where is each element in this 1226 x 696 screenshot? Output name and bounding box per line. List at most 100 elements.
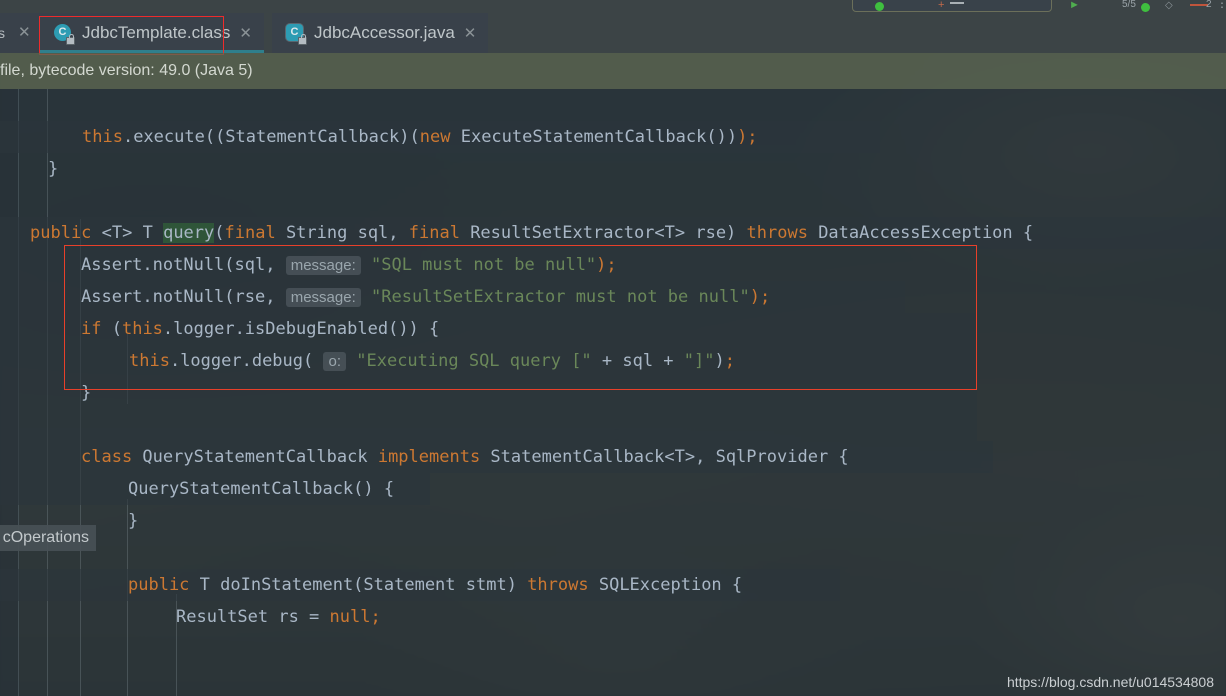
editor-tab-label: JdbcTemplate.class bbox=[82, 23, 231, 42]
code-line[interactable]: Assert.notNull(rse, message: "ResultSetE… bbox=[0, 281, 1226, 313]
code-line-text: } bbox=[48, 153, 58, 185]
code-token-id: ( bbox=[214, 223, 225, 243]
editor-tab-jdbctemplate[interactable]: C JdbcTemplate.class ✕ bbox=[40, 13, 264, 53]
code-token-id: QueryStatementCallback bbox=[132, 447, 378, 467]
editor-tab-jdbcaccessor[interactable]: C JdbcAccessor.java ✕ bbox=[272, 13, 488, 53]
code-token-kw: throws bbox=[746, 223, 808, 243]
lock-badge-icon bbox=[298, 33, 307, 45]
code-line-text: } bbox=[81, 377, 91, 409]
kebab-menu-icon[interactable]: ⋮ bbox=[1216, 0, 1226, 9]
code-editor[interactable]: this.execute((StatementCallback)(new Exe… bbox=[0, 89, 1226, 696]
code-token-id: ) bbox=[714, 351, 725, 371]
code-line-text: public T doInStatement(Statement stmt) t… bbox=[128, 569, 742, 601]
diamond-icon[interactable]: ◇ bbox=[1165, 0, 1173, 11]
code-line[interactable]: this.logger.debug( o: "Executing SQL que… bbox=[0, 345, 1226, 377]
code-line-text: QueryStatementCallback() { bbox=[128, 473, 394, 505]
close-icon[interactable]: ✕ bbox=[239, 26, 252, 41]
code-token-kw: class bbox=[81, 447, 133, 467]
class-file-locked-icon: C bbox=[286, 23, 307, 45]
editor-tab-clipped[interactable]: s ✕ bbox=[0, 13, 40, 53]
warning-count-label: 2 bbox=[1206, 0, 1212, 10]
code-line-band bbox=[0, 377, 977, 409]
add-icon[interactable]: + bbox=[938, 0, 944, 11]
coverage-label: 5/5 bbox=[1122, 0, 1136, 10]
code-token-semi: ; bbox=[370, 607, 381, 627]
code-token-id: Assert.notNull(sql, bbox=[81, 255, 286, 275]
code-line[interactable] bbox=[0, 409, 1226, 441]
code-token-kw: public bbox=[128, 575, 190, 595]
code-line-text: public <T> T query(final String sql, fin… bbox=[30, 217, 1033, 249]
code-token-id bbox=[361, 287, 371, 307]
code-token-hint: o: bbox=[323, 352, 346, 371]
code-token-kw: this bbox=[82, 127, 123, 147]
code-token-id: } bbox=[48, 159, 59, 179]
notification-text: file, bytecode version: 49.0 (Java 5) bbox=[0, 62, 253, 79]
run-icon[interactable]: ► bbox=[1069, 0, 1080, 11]
code-token-id: ( bbox=[101, 319, 122, 339]
code-token-id: QueryStatementCallback() { bbox=[128, 479, 395, 499]
code-token-id: } bbox=[81, 383, 92, 403]
code-token-str: "ResultSetExtractor must not be null" bbox=[371, 287, 750, 307]
lock-badge-icon bbox=[66, 33, 75, 45]
code-token-id: T doInStatement(Statement stmt) bbox=[189, 575, 528, 595]
close-icon[interactable]: ✕ bbox=[464, 26, 477, 41]
code-token-kw: this bbox=[121, 319, 163, 339]
code-token-id bbox=[361, 255, 371, 275]
code-token-kw: final bbox=[224, 223, 276, 243]
code-line[interactable]: public <T> T query(final String sql, fin… bbox=[0, 217, 1226, 249]
code-token-id: ResultSet rs = bbox=[176, 607, 330, 627]
code-token-semi: ); bbox=[749, 287, 771, 307]
code-token-str: "SQL must not be null" bbox=[371, 255, 597, 275]
coverage-status-dot-icon bbox=[1141, 3, 1150, 12]
code-token-str: "Executing SQL query [" bbox=[356, 351, 592, 371]
code-token-hint: message: bbox=[285, 256, 361, 275]
code-line[interactable]: QueryStatementCallback() { bbox=[0, 473, 1226, 505]
code-line[interactable]: public T doInStatement(Statement stmt) t… bbox=[0, 569, 1226, 601]
toolbar-left-area bbox=[0, 0, 818, 13]
code-line-band bbox=[0, 409, 977, 441]
code-line[interactable]: } bbox=[0, 153, 1226, 185]
code-token-id: Assert.notNull(rse, bbox=[81, 287, 286, 307]
code-line[interactable]: } bbox=[0, 505, 1226, 537]
code-token-kw: if bbox=[81, 319, 102, 339]
code-line[interactable]: this.execute((StatementCallback)(new Exe… bbox=[0, 121, 1226, 153]
minimize-icon[interactable] bbox=[950, 2, 964, 4]
code-token-id: .logger.isDebugEnabled()) { bbox=[162, 319, 440, 339]
code-token-kw: throws bbox=[527, 575, 589, 595]
close-icon[interactable]: ✕ bbox=[18, 25, 31, 40]
watermark-text: https://blog.csdn.net/u014534808 bbox=[1006, 674, 1214, 690]
code-token-kw: final bbox=[408, 223, 460, 243]
code-token-searchhit: query bbox=[163, 223, 215, 243]
code-token-id: } bbox=[128, 511, 139, 531]
code-token-id: SQLException { bbox=[588, 575, 743, 595]
code-token-semi: ); bbox=[737, 127, 758, 147]
run-config-status-dot-icon bbox=[875, 2, 884, 11]
class-file-locked-icon: C bbox=[54, 23, 75, 45]
code-line-text: class QueryStatementCallback implements … bbox=[81, 441, 849, 473]
code-token-hint: message: bbox=[285, 288, 361, 307]
code-token-kw: this bbox=[129, 351, 170, 371]
code-line[interactable]: } bbox=[0, 377, 1226, 409]
code-line[interactable]: class QueryStatementCallback implements … bbox=[0, 441, 1226, 473]
code-line-text: Assert.notNull(rse, message: "ResultSetE… bbox=[81, 281, 770, 314]
code-line[interactable] bbox=[0, 537, 1226, 569]
code-token-id: StatementCallback<T>, SqlProvider { bbox=[480, 447, 849, 467]
code-line[interactable] bbox=[0, 185, 1226, 217]
code-token-kw: new bbox=[419, 127, 451, 147]
editor-tab-label: JdbcAccessor.java bbox=[314, 23, 455, 42]
code-token-id: .execute((StatementCallback)( bbox=[122, 127, 420, 147]
code-line-text: this.logger.debug( o: "Executing SQL que… bbox=[129, 345, 735, 378]
code-token-id: String sql, bbox=[275, 223, 409, 243]
code-token-id: <T> T bbox=[91, 223, 164, 243]
code-line[interactable]: if (this.logger.isDebugEnabled()) { bbox=[0, 313, 1226, 345]
code-token-id: DataAccessException { bbox=[807, 223, 1034, 243]
code-line[interactable]: ResultSet rs = null; bbox=[0, 601, 1226, 633]
code-token-id: + sql + bbox=[591, 351, 684, 371]
code-line[interactable]: Assert.notNull(sql, message: "SQL must n… bbox=[0, 249, 1226, 281]
code-line[interactable] bbox=[0, 89, 1226, 121]
code-line-text: if (this.logger.isDebugEnabled()) { bbox=[81, 313, 439, 345]
code-token-kw: null bbox=[329, 607, 371, 627]
code-token-kw: public bbox=[30, 223, 92, 243]
code-line-text: } bbox=[128, 505, 138, 537]
code-token-id bbox=[346, 351, 356, 371]
